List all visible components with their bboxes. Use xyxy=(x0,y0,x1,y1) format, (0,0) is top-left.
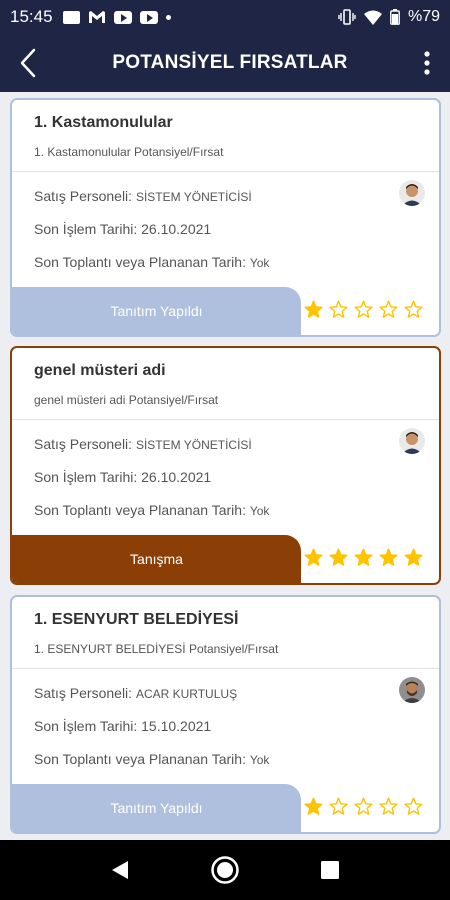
star-outline-icon[interactable] xyxy=(354,797,373,816)
star-outline-icon[interactable] xyxy=(404,300,423,319)
back-triangle-icon[interactable] xyxy=(110,859,130,881)
sales-person-row: Satış Personeli: SİSTEM YÖNETİCİSİ xyxy=(34,436,252,452)
card-header: 1. ESENYURT BELEDİYESİ 1. ESENYURT BELED… xyxy=(12,597,439,669)
card-title: 1. Kastamonulular xyxy=(34,114,173,131)
card-details: Satış Personeli: SİSTEM YÖNETİCİSİ Son İ… xyxy=(12,420,439,531)
star-outline-icon[interactable] xyxy=(329,300,348,319)
vibrate-icon xyxy=(338,9,356,25)
opportunity-card[interactable]: genel müsteri adi genel müsteri adi Pota… xyxy=(10,346,441,585)
last-action-row: Son İşlem Tarihi: 26.10.2021 xyxy=(34,221,212,237)
dot-icon xyxy=(165,14,171,20)
card-subtitle: 1. ESENYURT BELEDİYESİ Potansiyel/Fırsat xyxy=(34,642,279,656)
stage-badge: Tanıtım Yapıldı xyxy=(12,287,301,335)
avatar xyxy=(399,428,425,454)
rating-stars[interactable] xyxy=(304,548,423,567)
rating-stars[interactable] xyxy=(304,797,423,816)
star-outline-icon[interactable] xyxy=(379,300,398,319)
stage-badge: Tanıtım Yapıldı xyxy=(12,784,301,832)
card-header: 1. Kastamonulular 1. Kastamonulular Pota… xyxy=(12,100,439,172)
star-filled-icon[interactable] xyxy=(304,797,323,816)
app-bar: POTANSİYEL FIRSATLAR xyxy=(0,34,450,92)
status-bar: 15:45 %79 xyxy=(0,0,450,34)
card-footer: Tanışma xyxy=(12,535,439,583)
youtube-icon xyxy=(139,10,158,24)
star-outline-icon[interactable] xyxy=(379,797,398,816)
star-filled-icon[interactable] xyxy=(304,300,323,319)
youtube-icon xyxy=(113,10,132,24)
last-meeting-row: Son Toplantı veya Plananan Tarih: Yok xyxy=(34,254,270,270)
more-vert-icon xyxy=(424,51,430,75)
card-subtitle: 1. Kastamonulular Potansiyel/Fırsat xyxy=(34,145,224,159)
star-filled-icon[interactable] xyxy=(329,548,348,567)
card-subtitle: genel müsteri adi Potansiyel/Fırsat xyxy=(34,393,219,407)
more-options-button[interactable] xyxy=(404,34,450,92)
card-header: genel müsteri adi genel müsteri adi Pota… xyxy=(12,348,439,420)
avatar xyxy=(399,677,425,703)
card-title: 1. ESENYURT BELEDİYESİ xyxy=(34,611,239,628)
system-nav-bar xyxy=(0,840,450,900)
image-icon xyxy=(62,10,80,24)
last-action-row: Son İşlem Tarihi: 26.10.2021 xyxy=(34,469,212,485)
stage-badge: Tanışma xyxy=(12,535,301,583)
notification-icons xyxy=(62,10,171,24)
avatar xyxy=(399,180,425,206)
last-action-row: Son İşlem Tarihi: 15.10.2021 xyxy=(34,718,212,734)
back-arrow-icon xyxy=(20,48,36,78)
opportunity-card[interactable]: 1. ESENYURT BELEDİYESİ 1. ESENYURT BELED… xyxy=(10,595,441,834)
back-button[interactable] xyxy=(0,34,56,92)
card-details: Satış Personeli: SİSTEM YÖNETİCİSİ Son İ… xyxy=(12,172,439,283)
battery-percent: %79 xyxy=(407,8,440,25)
star-filled-icon[interactable] xyxy=(304,548,323,567)
gmail-icon xyxy=(88,11,105,23)
card-footer: Tanıtım Yapıldı xyxy=(12,287,439,335)
star-filled-icon[interactable] xyxy=(354,548,373,567)
sales-person-row: Satış Personeli: SİSTEM YÖNETİCİSİ xyxy=(34,188,252,204)
status-time: 15:45 xyxy=(10,7,53,26)
opportunity-list[interactable]: 1. Kastamonulular 1. Kastamonulular Pota… xyxy=(0,92,450,840)
system-icons: %79 xyxy=(338,8,440,26)
card-footer: Tanıtım Yapıldı xyxy=(12,784,439,832)
last-meeting-row: Son Toplantı veya Plananan Tarih: Yok xyxy=(34,751,270,767)
card-details: Satış Personeli: ACAR KURTULUŞ Son İşlem… xyxy=(12,669,439,780)
star-outline-icon[interactable] xyxy=(329,797,348,816)
battery-icon xyxy=(390,9,400,25)
star-outline-icon[interactable] xyxy=(354,300,373,319)
sales-person-row: Satış Personeli: ACAR KURTULUŞ xyxy=(34,685,238,701)
star-outline-icon[interactable] xyxy=(404,797,423,816)
opportunity-card[interactable]: 1. Kastamonulular 1. Kastamonulular Pota… xyxy=(10,98,441,337)
star-filled-icon[interactable] xyxy=(379,548,398,567)
page-title: POTANSİYEL FIRSATLAR xyxy=(112,52,348,73)
recents-square-icon[interactable] xyxy=(320,860,340,880)
wifi-icon xyxy=(363,10,382,25)
card-title: genel müsteri adi xyxy=(34,362,166,379)
rating-stars[interactable] xyxy=(304,300,423,319)
star-filled-icon[interactable] xyxy=(404,548,423,567)
last-meeting-row: Son Toplantı veya Plananan Tarih: Yok xyxy=(34,502,270,518)
home-circle-icon[interactable] xyxy=(210,855,240,885)
